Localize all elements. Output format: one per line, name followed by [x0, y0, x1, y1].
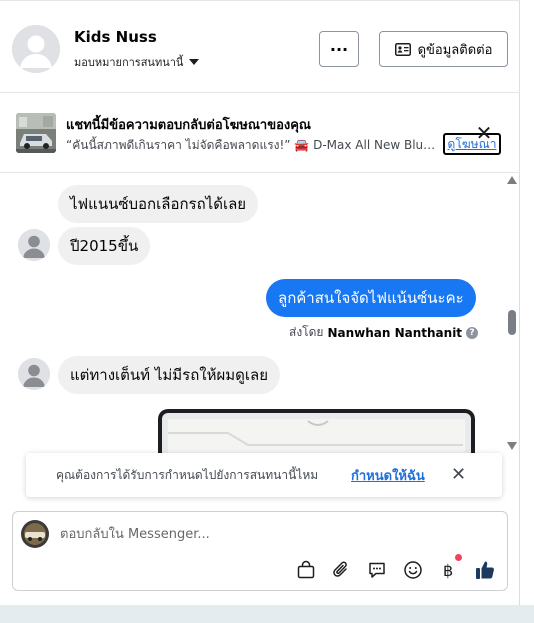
- saved-replies-icon[interactable]: [366, 559, 388, 581]
- message-bubble-outgoing[interactable]: ลูกค้าสนใจจัดไฟแน้นซ์นะคะ: [266, 279, 476, 317]
- view-contact-info-label: ดูข้อมูลติดต่อ: [417, 42, 493, 58]
- page-avatar: [21, 520, 49, 548]
- contact-card-icon: [394, 42, 411, 56]
- scroll-down-arrow[interactable]: [507, 442, 517, 450]
- ellipsis-icon: ···: [329, 39, 349, 59]
- ad-banner-title: แชทนี้มีข้อความตอบกลับต่อโฆษณาของคุณ: [66, 118, 311, 133]
- assign-label: มอบหมายการสนทนานี้: [74, 56, 184, 69]
- conversation-panel: Kids Nuss มอบหมายการสนทนานี้ ··· ดูข้อมู…: [0, 0, 520, 605]
- scrollbar-thumb[interactable]: [508, 310, 516, 335]
- message-bubble-incoming[interactable]: แต่ทางเต็นท์ ไม่มีรถให้ผมดูเลย: [58, 356, 281, 394]
- more-options-button[interactable]: ···: [319, 31, 359, 67]
- message-bubble-incoming[interactable]: ไฟแนนซ์บอกเลือกรถได้เลย: [58, 185, 259, 223]
- ad-banner-subtitle: “คันนี้สภาพดีเกินราคา ไม่จัดคือพลาดแรง!”…: [66, 138, 436, 152]
- contact-name[interactable]: Kids Nuss: [74, 28, 157, 46]
- sender-avatar: [18, 229, 50, 261]
- help-icon[interactable]: ?: [466, 326, 479, 339]
- sent-by-label: ส่งโดย Nanwhan Nanthanit ?: [289, 323, 479, 342]
- close-icon[interactable]: ✕: [451, 464, 466, 485]
- image-message[interactable]: [158, 409, 475, 455]
- shopping-bag-icon[interactable]: [295, 559, 317, 581]
- sent-by-name: Nanwhan Nanthanit: [327, 325, 463, 340]
- image-message-content: [168, 419, 465, 455]
- assign-reminder-text: คุณต้องการได้รับการกำหนดไปยังการสนทนานี้…: [56, 468, 319, 482]
- caret-down-icon: [189, 59, 200, 65]
- person-icon: [18, 358, 50, 390]
- assign-to-me-link[interactable]: กำหนดให้ฉัน: [351, 465, 425, 486]
- bottom-strip: [0, 605, 534, 623]
- notification-dot: [455, 554, 462, 561]
- message-thread[interactable]: ไฟแนนซ์บอกเลือกรถได้เลย ปี2015ขึ้น ลูกค้…: [0, 173, 505, 455]
- thumbs-up-icon[interactable]: [474, 559, 496, 581]
- right-gutter: [520, 0, 534, 605]
- person-icon: [18, 229, 50, 261]
- paperclip-icon[interactable]: [330, 559, 352, 581]
- close-icon[interactable]: ✕: [474, 123, 494, 143]
- page-logo-icon: [21, 520, 49, 548]
- photo-icon: [168, 419, 463, 455]
- person-icon: [12, 25, 60, 73]
- baht-payment-icon[interactable]: ฿: [438, 559, 460, 581]
- ad-thumbnail[interactable]: [16, 113, 56, 153]
- svg-text:฿: ฿: [443, 561, 453, 580]
- conversation-header: Kids Nuss มอบหมายการสนทนานี้ ··· ดูข้อมู…: [0, 0, 520, 93]
- message-bubble-incoming[interactable]: ปี2015ขึ้น: [58, 227, 151, 265]
- assign-conversation-dropdown[interactable]: มอบหมายการสนทนานี้: [74, 53, 200, 71]
- contact-avatar[interactable]: [12, 25, 60, 73]
- car-photo-icon: [16, 113, 56, 153]
- ad-reply-banner: แชทนี้มีข้อความตอบกลับต่อโฆษณาของคุณ “คั…: [0, 93, 520, 173]
- sent-by-prefix: ส่งโดย: [289, 325, 324, 339]
- emoji-icon[interactable]: [402, 559, 424, 581]
- scroll-up-arrow[interactable]: [507, 176, 517, 184]
- reply-input[interactable]: [60, 525, 460, 543]
- sender-avatar: [18, 358, 50, 390]
- reply-composer: ฿: [12, 511, 508, 591]
- view-contact-info-button[interactable]: ดูข้อมูลติดต่อ: [379, 31, 508, 67]
- assign-reminder-toast: คุณต้องการได้รับการกำหนดไปยังการสนทนานี้…: [26, 453, 502, 497]
